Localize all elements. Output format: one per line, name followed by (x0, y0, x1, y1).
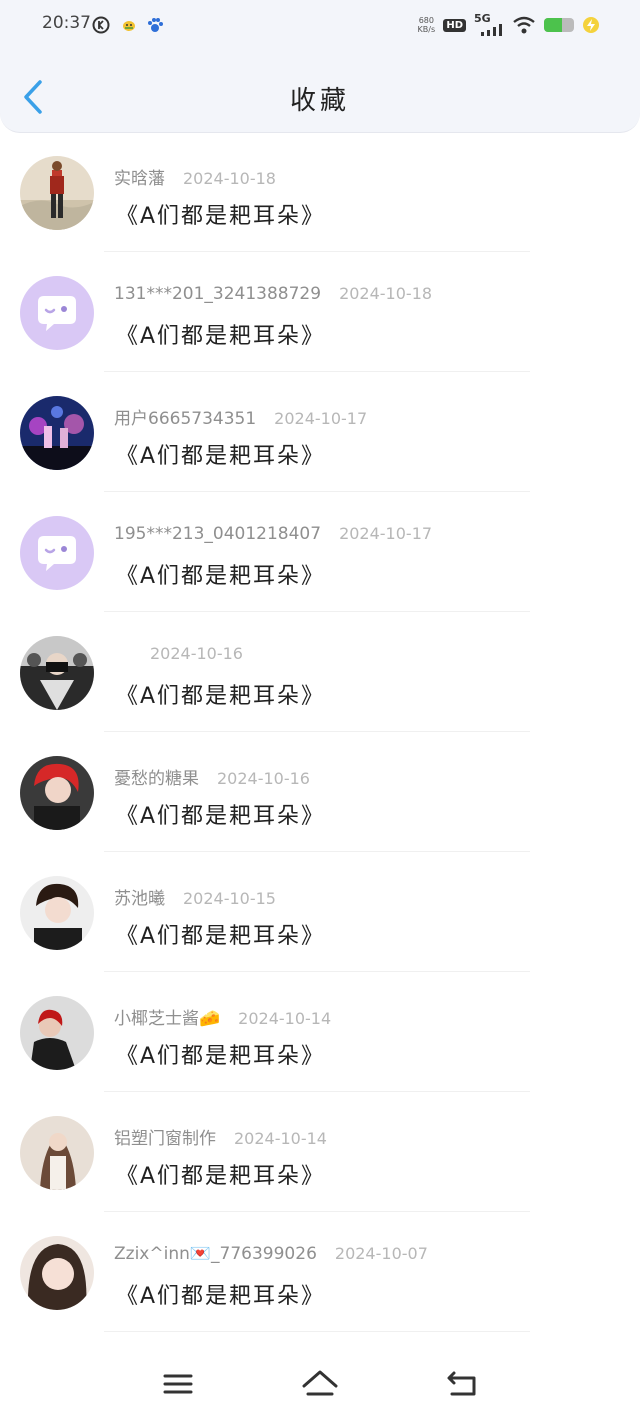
avatar[interactable] (20, 156, 94, 230)
collection-title[interactable]: 《A们都是耙耳朵》 (116, 198, 325, 230)
username: 苏池曦 2024-10-15 (114, 884, 276, 909)
k-icon (92, 16, 110, 34)
avatar[interactable] (20, 516, 94, 590)
divider (104, 1331, 530, 1332)
list-item[interactable]: 用户6665734351 2024-10-17 《A们都是耙耳朵》 (0, 372, 640, 492)
header: 收藏 (0, 50, 640, 133)
date: 2024-10-16 (150, 644, 243, 663)
charging-icon (583, 17, 599, 33)
collection-title[interactable]: 《A们都是耙耳朵》 (116, 1158, 325, 1190)
username: 铝塑门窗制作 2024-10-14 (114, 1124, 327, 1149)
menu-icon[interactable] (158, 1364, 198, 1404)
username: 实晗藩 2024-10-18 (114, 164, 276, 189)
username: 用户6665734351 2024-10-17 (114, 404, 367, 429)
collection-title[interactable]: 《A们都是耙耳朵》 (116, 678, 325, 710)
favorites-list: 实晗藩 2024-10-18 《A们都是耙耳朵》 131***201_324138… (0, 132, 640, 1332)
list-item[interactable]: 铝塑门窗制作 2024-10-14 《A们都是耙耳朵》 (0, 1092, 640, 1212)
collection-title[interactable]: 《A们都是耙耳朵》 (116, 1278, 325, 1310)
avatar[interactable] (20, 636, 94, 710)
signal-icon: 5G (474, 12, 504, 36)
username: 憂愁的糖果 2024-10-16 (114, 764, 310, 789)
collection-title[interactable]: 《A们都是耙耳朵》 (116, 798, 325, 830)
username: 131***201_3241388729 2024-10-18 (114, 284, 432, 304)
list-item[interactable]: 195***213_0401218407 2024-10-17 《A们都是耙耳朵》 (0, 492, 640, 612)
username-text: Zzix^inn💌_776399026 (114, 1244, 317, 1264)
avatar[interactable] (20, 876, 94, 950)
list-item[interactable]: 憂愁的糖果 2024-10-16 《A们都是耙耳朵》 (0, 732, 640, 852)
net-speed-value: 680 (418, 16, 434, 25)
date: 2024-10-17 (274, 409, 368, 428)
username: 小椰芝士酱🧀 2024-10-14 (114, 1004, 331, 1029)
status-time: 20:37 (42, 13, 91, 33)
nav-bar (0, 1346, 640, 1422)
date: 2024-10-18 (183, 169, 276, 188)
username-text: 195***213_0401218407 (114, 524, 322, 544)
avatar[interactable] (20, 276, 94, 350)
paw-icon (148, 18, 163, 32)
avatar[interactable] (20, 996, 94, 1070)
date: 2024-10-16 (217, 769, 310, 788)
page-title: 收藏 (289, 86, 350, 116)
username-text: 铝塑门窗制作 (114, 1129, 216, 1149)
list-item[interactable]: 实晗藩 2024-10-18 《A们都是耙耳朵》 (0, 132, 640, 252)
status-bar: 20:37 680 KB/s HD 5G (0, 0, 640, 50)
username-text: 苏池曦 (114, 889, 165, 909)
username: Zzix^inn💌_776399026 2024-10-07 (114, 1244, 428, 1264)
bee-icon (123, 21, 135, 31)
username-text: 憂愁的糖果 (114, 769, 199, 789)
username: 2024-10-16 (114, 644, 243, 664)
date: 2024-10-14 (234, 1129, 327, 1148)
date: 2024-10-17 (339, 524, 433, 543)
list-item[interactable]: 小椰芝士酱🧀 2024-10-14 《A们都是耙耳朵》 (0, 972, 640, 1092)
collection-title[interactable]: 《A们都是耙耳朵》 (116, 318, 325, 350)
battery-icon (544, 18, 574, 32)
net-speed: 680 KB/s (417, 16, 436, 34)
date: 2024-10-15 (183, 889, 276, 908)
username-text: 小椰芝士酱🧀 (114, 1009, 221, 1029)
username-text: 131***201_3241388729 (114, 284, 322, 304)
list-item[interactable]: Zzix^inn💌_776399026 2024-10-07 《A们都是耙耳朵》 (0, 1212, 640, 1332)
home-icon[interactable] (300, 1364, 340, 1404)
avatar[interactable] (20, 756, 94, 830)
username-text: 实晗藩 (114, 169, 165, 189)
collection-title[interactable]: 《A们都是耙耳朵》 (116, 1038, 325, 1070)
wifi-icon (513, 16, 535, 34)
date: 2024-10-18 (339, 284, 433, 303)
status-right: 680 KB/s HD 5G (417, 12, 600, 38)
username-text: 用户6665734351 (114, 409, 257, 429)
collection-title[interactable]: 《A们都是耙耳朵》 (116, 438, 325, 470)
collection-title[interactable]: 《A们都是耙耳朵》 (116, 558, 325, 590)
collection-title[interactable]: 《A们都是耙耳朵》 (116, 918, 325, 950)
list-item[interactable]: 131***201_3241388729 2024-10-18 《A们都是耙耳朵》 (0, 252, 640, 372)
date: 2024-10-07 (334, 1244, 428, 1263)
hd-badge: HD (443, 18, 466, 32)
list-item[interactable]: 2024-10-16 《A们都是耙耳朵》 (0, 612, 640, 732)
username: 195***213_0401218407 2024-10-17 (114, 524, 432, 544)
net-speed-unit: KB/s (417, 25, 436, 34)
avatar[interactable] (20, 1236, 94, 1310)
date: 2024-10-14 (238, 1009, 332, 1028)
list-item[interactable]: 苏池曦 2024-10-15 《A们都是耙耳朵》 (0, 852, 640, 972)
avatar[interactable] (20, 396, 94, 470)
avatar[interactable] (20, 1116, 94, 1190)
return-icon[interactable] (442, 1364, 482, 1404)
